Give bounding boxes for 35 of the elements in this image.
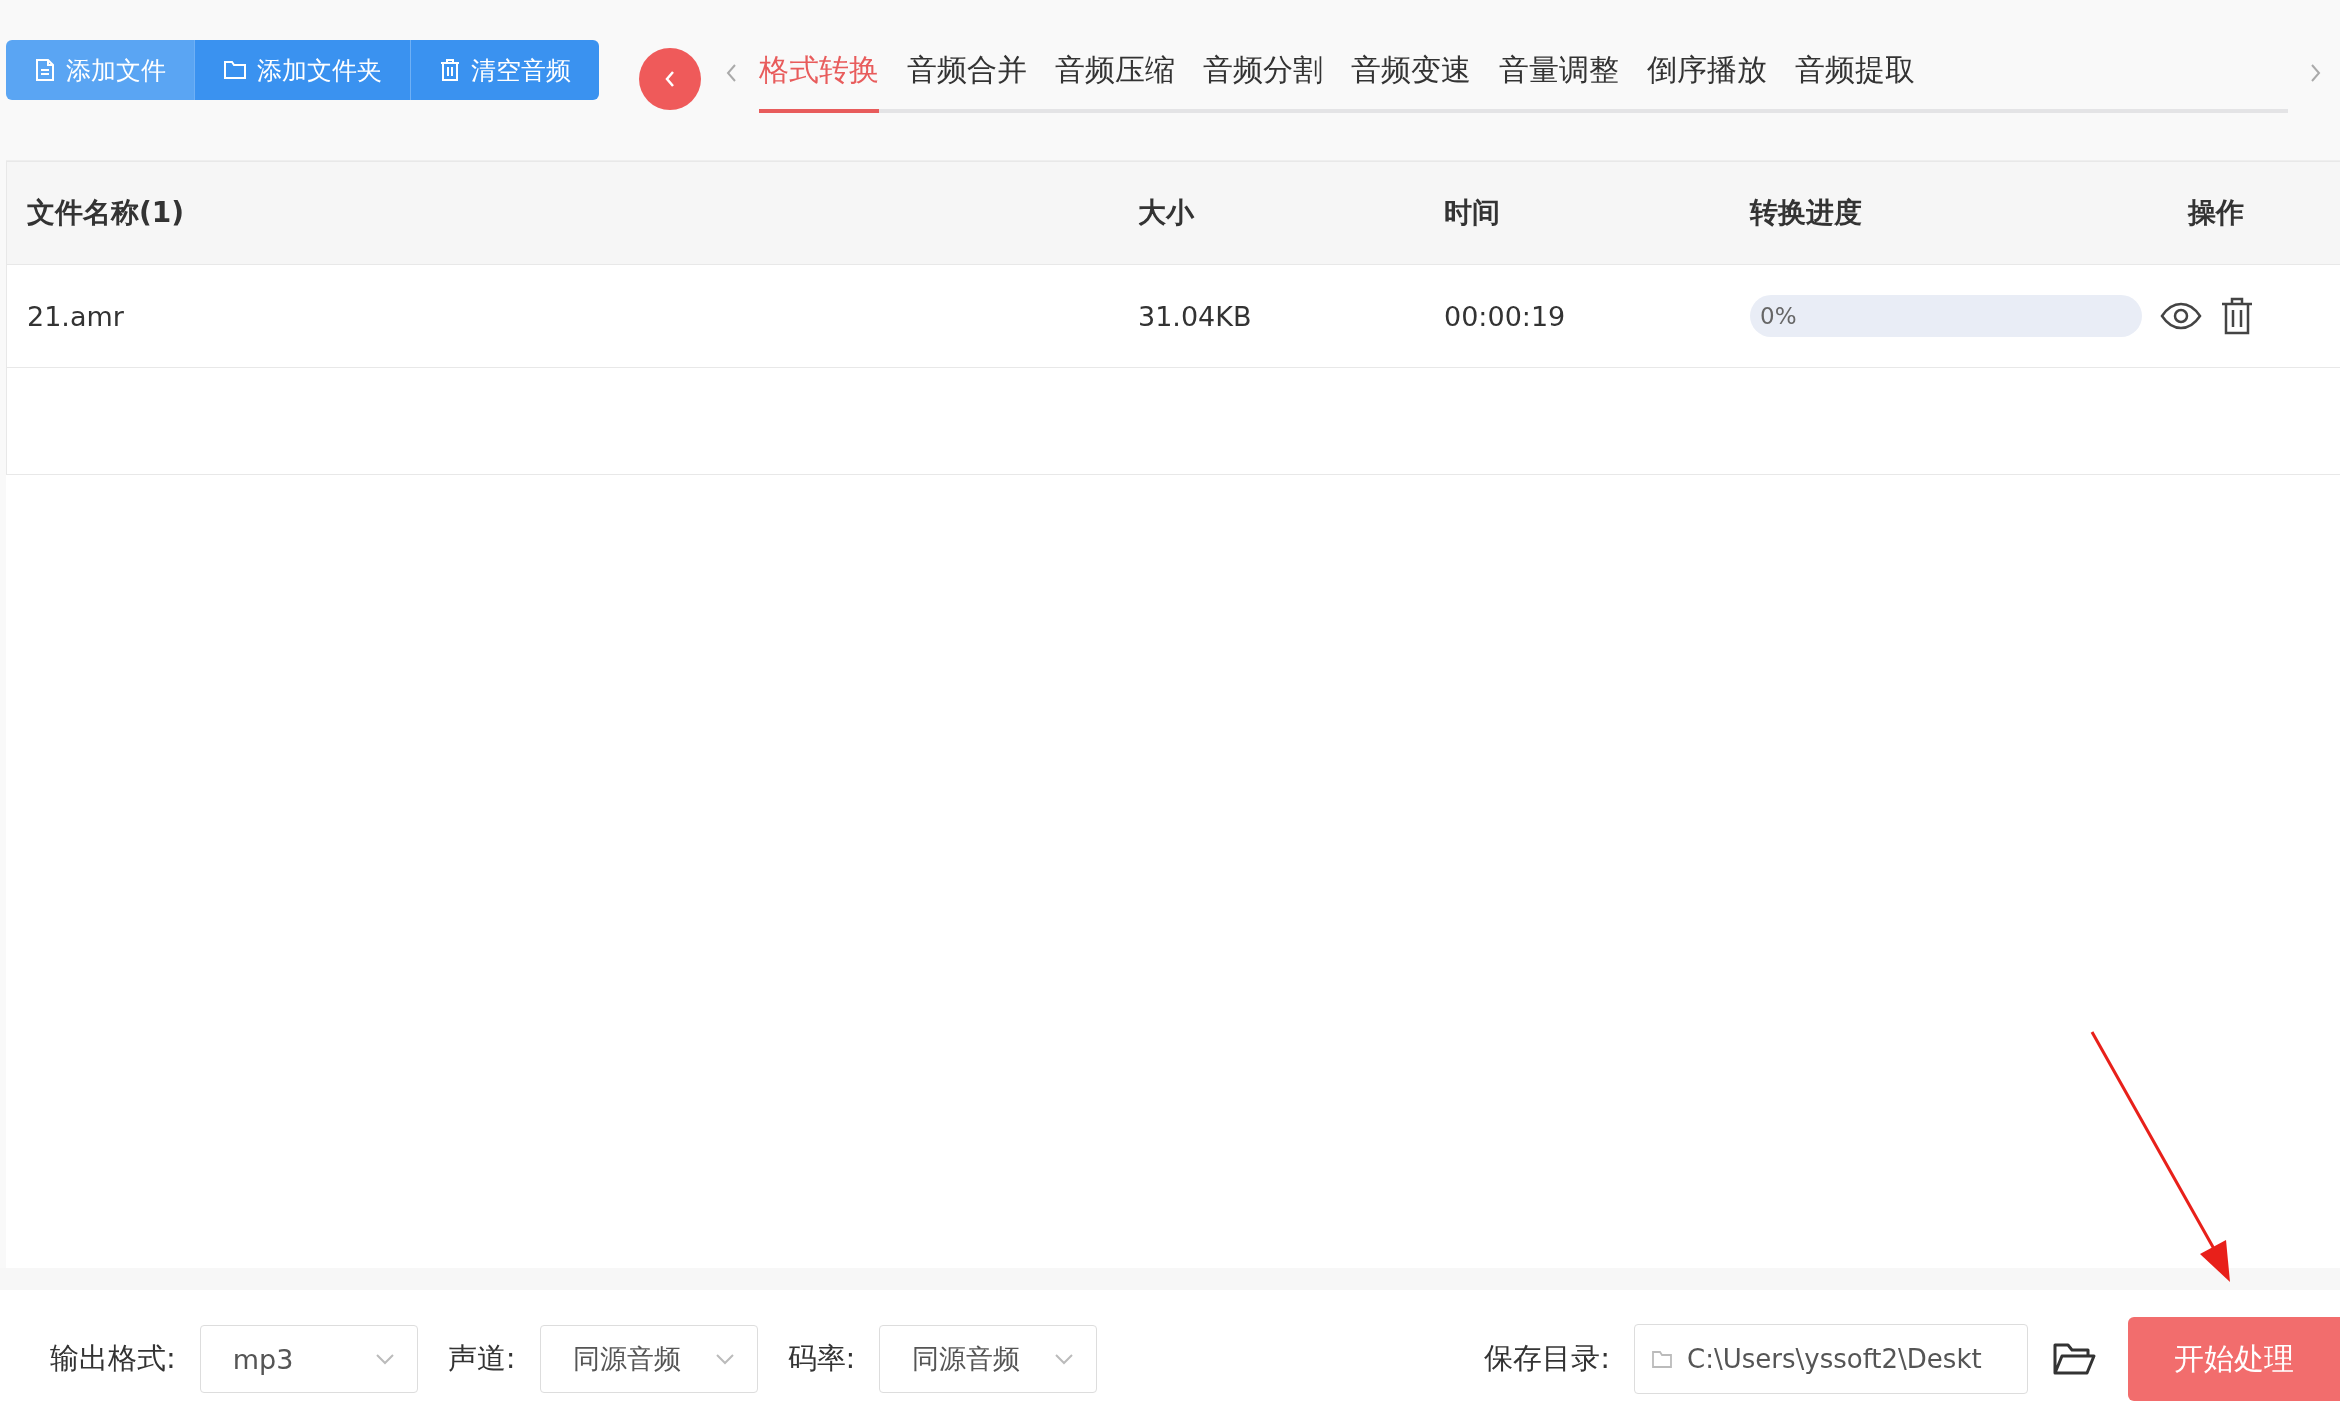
tab[interactable]: 音频提取 — [1795, 40, 1915, 113]
setting-label: 声道: — [447, 1340, 516, 1377]
chevron-left-icon — [663, 69, 677, 89]
chevron-down-icon — [374, 1353, 395, 1365]
tab[interactable]: 音频压缩 — [1055, 40, 1175, 113]
dropdown[interactable]: 同源音频 — [539, 1325, 758, 1393]
tab[interactable]: 倒序播放 — [1647, 40, 1767, 113]
tab[interactable]: 音频分割 — [1203, 40, 1323, 113]
column-header: 文件名称(1) — [27, 196, 185, 229]
dropdown[interactable]: mp3 — [199, 1325, 418, 1393]
dropdown[interactable]: 同源音频 — [879, 1325, 1098, 1393]
column-header: 操作 — [2188, 196, 2244, 229]
column-header: 大小 — [1138, 196, 1194, 229]
path-field[interactable]: C:\Users\yssoft2\Deskt — [1634, 1324, 2028, 1394]
tab[interactable]: 音量调整 — [1499, 40, 1619, 113]
setting-label: 输出格式: — [50, 1340, 176, 1377]
folder-icon[interactable] — [2052, 1341, 2096, 1377]
save-dir-label: 保存目录: — [1484, 1340, 1610, 1377]
table-cell: 21.amr — [27, 300, 124, 332]
table-cell: 31.04KB — [1138, 300, 1252, 332]
chevron-down-icon — [1054, 1353, 1075, 1365]
progress-text: 0% — [1759, 303, 1797, 329]
column-header: 转换进度 — [1750, 196, 1862, 229]
trash-icon — [439, 58, 461, 82]
tab[interactable]: 音频合并 — [907, 40, 1027, 113]
document-icon — [34, 58, 56, 82]
column-header: 时间 — [1444, 196, 1500, 229]
chevron-down-icon — [714, 1353, 735, 1365]
tab[interactable]: 音频变速 — [1351, 40, 1471, 113]
trash-icon[interactable] — [2220, 297, 2254, 335]
setting-label: 码率: — [787, 1340, 856, 1377]
folder-icon — [223, 59, 247, 81]
folder-icon — [1651, 1349, 1673, 1369]
table-cell: 00:00:19 — [1444, 300, 1566, 332]
eye-icon[interactable] — [2160, 302, 2202, 330]
